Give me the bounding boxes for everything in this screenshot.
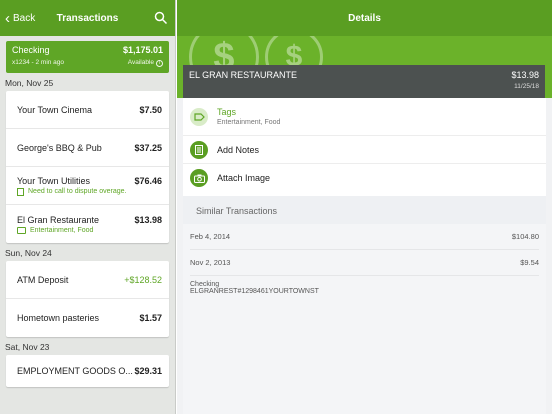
tags-label: Tags [217,107,237,117]
similar-amount: $9.54 [520,258,539,267]
tags-row[interactable]: Tags Entertainment, Food [183,98,546,136]
account-summary[interactable]: Checking $1,175.01 x1234 - 2 min ago Ava… [6,41,169,73]
document-icon [190,140,208,159]
details-pane: Details $ $ EL GRAN RESTAURANTE $13.98 1… [177,0,552,414]
account-detail: x1234 - 2 min ago [12,59,65,66]
transaction-row[interactable]: El Gran Restaurante $13.98 Entertainment,… [6,205,169,243]
metadata-account: Checking [190,281,220,288]
transaction-date: 11/25/18 [514,83,539,90]
similar-transactions-list: Feb 4, 2014 $104.80 Nov 2, 2013 $9.54 [183,224,546,276]
tags-value: Entertainment, Food [217,119,281,126]
similar-transactions-title: Similar Transactions [183,196,546,224]
similar-date: Feb 4, 2014 [190,232,231,241]
transaction-name: El Gran Restaurante [17,214,100,225]
merchant-bar: EL GRAN RESTAURANTE $13.98 11/25/18 [183,65,545,98]
transaction-row[interactable]: Your Town Cinema $7.50 [6,91,169,129]
details-title: Details [348,12,381,24]
transaction-name: ATM Deposit [17,274,69,285]
transaction-name: EMPLOYMENT GOODS O... [17,366,133,376]
similar-transaction-row[interactable]: Nov 2, 2013 $9.54 [190,250,539,276]
transaction-row[interactable]: ATM Deposit +$128.52 [6,261,169,299]
transaction-row[interactable]: Hometown pasteries $1.57 [6,299,169,337]
detail-actions: Tags Entertainment, Food Add Notes Attac… [183,98,546,196]
transaction-name: Hometown pasteries [17,313,100,323]
metadata-description: ELGRANREST#1298461YOURTOWNST [190,288,319,295]
transaction-row[interactable]: George's BBQ & Pub $37.25 [6,129,169,167]
back-button[interactable]: ‹ Back [0,11,35,26]
transaction-note: Need to call to dispute overage. [28,188,127,195]
transaction-group: EMPLOYMENT GOODS O... $29.31 [6,355,169,387]
details-header: Details [177,0,552,36]
merchant-name: EL GRAN RESTAURANTE [189,70,298,80]
similar-amount: $104.80 [511,232,539,241]
transaction-amount: $37.25 [134,142,162,153]
transaction-group: Your Town Cinema $7.50 George's BBQ & Pub… [6,91,169,243]
date-header: Mon, Nov 25 [5,78,54,88]
tag-icon [190,107,208,126]
transaction-tags: Entertainment, Food [30,226,94,234]
transaction-amount: $29.31 [134,366,162,376]
attach-image-button[interactable]: Attach Image [183,164,546,192]
date-header: Sat, Nov 23 [5,342,50,352]
date-header: Sun, Nov 24 [5,248,52,258]
account-name: Checking [12,45,50,55]
transaction-amount: +$128.52 [124,274,162,285]
transaction-name: Your Town Cinema [17,104,93,115]
transaction-amount: $1.57 [139,313,162,323]
transactions-pane: ‹ Back Transactions Checking $1,175.01 x… [0,0,176,414]
transaction-amount: $13.98 [134,214,162,225]
search-icon[interactable] [154,11,168,25]
account-balance: $1,175.01 [122,45,163,55]
transaction-metadata: Checking ELGRANREST#1298461YOURTOWNST [183,276,546,414]
transaction-amount: $76.46 [134,175,162,186]
chevron-left-icon: ‹ [5,9,10,27]
info-icon[interactable]: i [156,60,163,67]
note-icon [17,187,24,196]
merchant-amount: $13.98 [511,70,539,80]
camera-icon [190,169,208,187]
transaction-group: ATM Deposit +$128.52 Hometown pasteries $1… [6,261,169,337]
account-status: Available [127,59,154,66]
similar-date: Nov 2, 2013 [190,258,231,267]
transaction-row[interactable]: Your Town Utilities $76.46 Need to call t… [6,167,169,205]
back-label: Back [13,12,36,24]
merchant-hero: $ $ EL GRAN RESTAURANTE $13.98 11/25/18 [177,36,552,98]
transactions-header: ‹ Back Transactions [0,0,175,36]
add-notes-button[interactable]: Add Notes [183,136,546,164]
similar-transaction-row[interactable]: Feb 4, 2014 $104.80 [190,224,539,250]
transaction-row[interactable]: EMPLOYMENT GOODS O... $29.31 [6,355,169,387]
tag-icon [17,226,26,234]
transaction-name: Your Town Utilities [17,175,91,186]
transaction-name: George's BBQ & Pub [17,142,102,153]
transaction-amount: $7.50 [139,104,162,115]
attach-image-label: Attach Image [217,173,271,183]
add-notes-label: Add Notes [217,144,260,155]
